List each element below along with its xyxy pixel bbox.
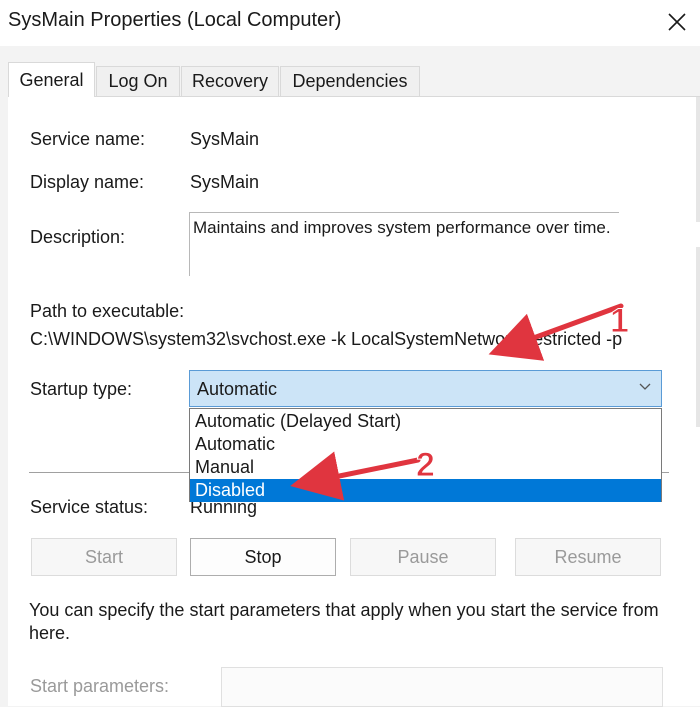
- annotation-arrow-1: [488, 303, 624, 361]
- annotation-arrow-2: [290, 451, 421, 501]
- annotation-marker-2: 2: [416, 446, 436, 485]
- annotation-marker-1: 1: [610, 302, 630, 341]
- annotation-arrows: [290, 303, 624, 501]
